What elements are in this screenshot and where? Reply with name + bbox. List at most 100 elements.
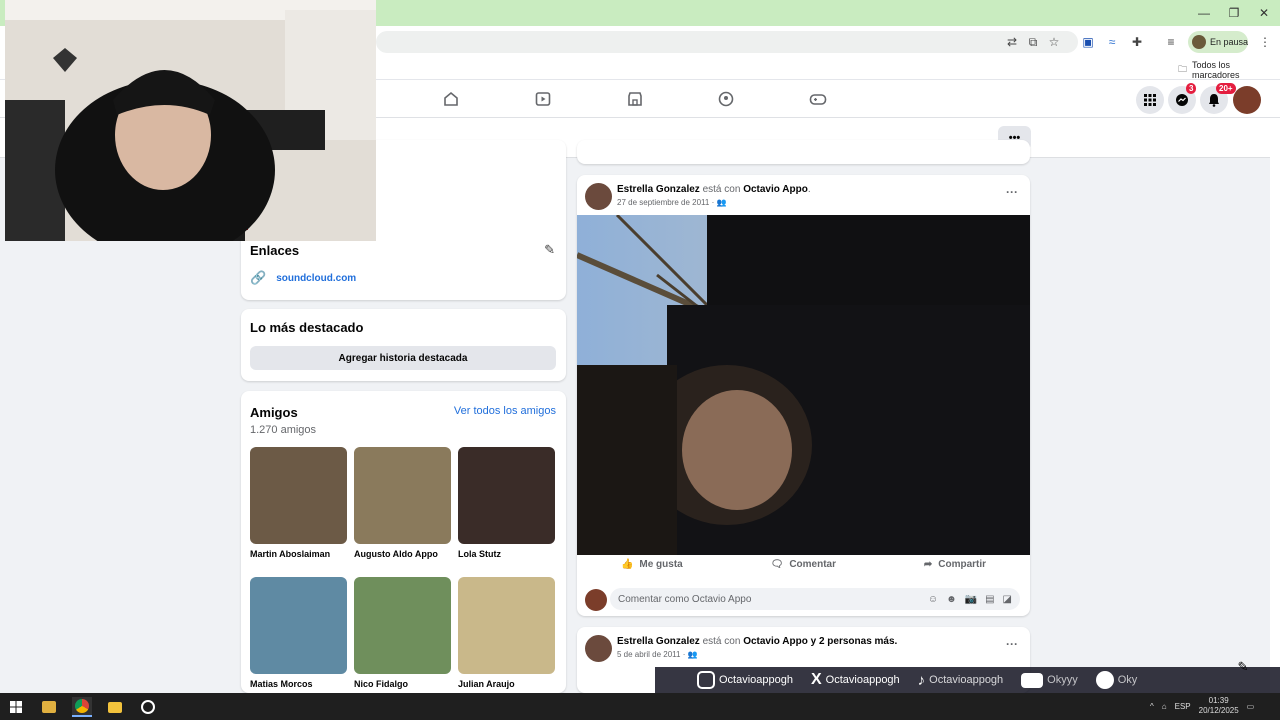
link-icon: 🔗 (250, 270, 267, 285)
soundcloud-link[interactable]: soundcloud.com (276, 273, 356, 284)
friend-photo[interactable] (250, 577, 347, 674)
comment-placeholder: Comentar como Octavio Appo (618, 593, 752, 605)
avatar-sticker-icon[interactable]: ☺ (928, 594, 938, 605)
stream-social-banner: Octavioappogh X Octavioappogh ♪ Octavioapp… (655, 667, 1280, 693)
new-message-icon[interactable]: ✎ (1233, 657, 1253, 677)
chrome-icon[interactable] (72, 697, 92, 717)
tiktok-label: Octavioappogh (929, 674, 1004, 686)
comment-button[interactable]: 🗨 Comentar (771, 559, 836, 570)
gaming-icon[interactable] (808, 89, 828, 109)
friend-name[interactable]: Lola Stutz (458, 549, 555, 559)
post-options-icon[interactable]: ··· (1006, 637, 1018, 651)
see-all-friends-link[interactable]: Ver todos los amigos (454, 405, 556, 417)
x-handle: X Octavioappogh (811, 671, 900, 689)
post-tagged[interactable]: Octavio Appo (743, 184, 808, 195)
address-bar[interactable] (376, 31, 1078, 53)
tiktok-handle: ♪ Octavioappogh (918, 672, 1004, 689)
emoji-icon[interactable]: ☻ (946, 594, 957, 605)
friend-tile[interactable]: Augusto Aldo Appo (354, 447, 451, 577)
friends-count: 1.270 amigos (250, 424, 317, 436)
youtube-icon (1021, 672, 1044, 688)
restore-icon[interactable]: ❐ (1218, 0, 1250, 26)
marketplace-icon[interactable] (625, 89, 645, 109)
sticker-icon[interactable]: ◪ (1003, 594, 1012, 605)
comment-input[interactable]: Comentar como Octavio Appo ☺ ☻ 📷 ▤ ◪ (610, 588, 1020, 610)
windows-start-icon[interactable] (6, 697, 26, 717)
share-button[interactable]: ➦ Compartir (924, 559, 986, 570)
previous-post-card (577, 140, 1030, 164)
friend-photo[interactable] (354, 447, 451, 544)
friend-photo[interactable] (458, 447, 555, 544)
gif-icon[interactable]: ▤ (985, 594, 994, 605)
all-bookmarks-button[interactable]: 🗀 Todos los marcadores (1178, 60, 1280, 80)
friend-photo[interactable] (458, 577, 555, 674)
system-tray: ^ ⌂ ESP 01:39 20/12/2025 ▭ (1150, 696, 1254, 716)
notification-center-icon[interactable]: ▭ (1247, 702, 1255, 711)
post-with-text: está con (702, 184, 741, 195)
thumbs-up-icon: 👍 (620, 559, 634, 570)
video-icon[interactable] (533, 89, 553, 109)
network-icon[interactable]: ⌂ (1162, 702, 1167, 711)
post-tagged[interactable]: Octavio Appo (743, 636, 808, 647)
author-avatar[interactable] (585, 183, 612, 210)
friend-tile[interactable]: Lola Stutz (458, 447, 555, 577)
post-actions: 👍 Me gusta 🗨 Comentar ➦ Compartir (577, 559, 1030, 570)
post-extra-tagged[interactable]: y 2 personas más. (811, 636, 898, 647)
friend-photo[interactable] (354, 577, 451, 674)
post-photo[interactable] (577, 215, 1030, 555)
friend-name[interactable]: Augusto Aldo Appo (354, 549, 451, 559)
clock[interactable]: 01:39 20/12/2025 (1199, 696, 1239, 716)
author-avatar[interactable] (585, 635, 612, 662)
friend-name[interactable]: Julian Araujo (458, 679, 555, 689)
x-label: Octavioappogh (825, 674, 900, 686)
friend-tile[interactable]: Matias Morcos (250, 577, 347, 707)
post-with-text: está con (702, 636, 741, 647)
edit-pencil-icon[interactable]: ✎ (544, 242, 555, 258)
media-control-icon[interactable]: ≡ (1162, 33, 1180, 51)
language-indicator[interactable]: ESP (1175, 702, 1191, 711)
minimize-icon[interactable]: — (1188, 0, 1220, 26)
post-date[interactable]: 27 de septiembre de 2011 · 👥 (617, 198, 726, 207)
extensions-puzzle-icon[interactable]: ✚ (1128, 33, 1146, 51)
post-author[interactable]: Estrella Gonzalez (617, 636, 700, 647)
groups-icon[interactable] (716, 89, 736, 109)
friends-card: Amigos 1.270 amigos Ver todos los amigos… (241, 391, 566, 693)
friend-name[interactable]: Matias Morcos (250, 679, 347, 689)
commenter-avatar (585, 589, 607, 611)
post-date-text: 5 de abril de 2011 (617, 650, 681, 659)
browser-profile-button[interactable]: En pausa (1188, 31, 1248, 53)
friend-photo[interactable] (250, 447, 347, 544)
avatar (1192, 35, 1206, 49)
menu-grid-icon[interactable] (1136, 86, 1164, 114)
extension-icon[interactable]: ▣ (1079, 33, 1097, 51)
clock-time: 01:39 (1208, 696, 1229, 705)
friend-tile[interactable]: Nico Fidalgo (354, 577, 451, 707)
friend-name[interactable]: Martin Aboslaiman (250, 549, 347, 559)
camera-icon[interactable]: 📷 (965, 594, 977, 605)
account-avatar[interactable] (1233, 86, 1261, 114)
close-icon[interactable]: ✕ (1248, 0, 1280, 26)
bookmark-star-icon[interactable]: ☆ (1045, 33, 1063, 51)
highlights-title: Lo más destacado (250, 320, 364, 335)
like-button[interactable]: 👍 Me gusta (621, 559, 683, 570)
file-explorer-icon[interactable] (105, 697, 125, 717)
translate-icon[interactable]: ⇄ (1003, 33, 1021, 51)
post-author[interactable]: Estrella Gonzalez (617, 184, 700, 195)
add-highlight-button[interactable]: Agregar historia destacada (250, 346, 556, 370)
tray-chevron-icon[interactable]: ^ (1150, 702, 1154, 711)
kebab-menu-icon[interactable]: ⋮ (1256, 33, 1274, 51)
media-player-icon[interactable] (39, 697, 59, 717)
install-app-icon[interactable]: ⧉ (1024, 33, 1042, 51)
post-options-icon[interactable]: ··· (1006, 185, 1018, 199)
post-date[interactable]: 5 de abril de 2011 · 👥 (617, 650, 698, 659)
extension-icon[interactable]: ≈ (1103, 33, 1121, 51)
all-bookmarks-label: Todos los marcadores (1192, 60, 1240, 80)
friend-name[interactable]: Nico Fidalgo (354, 679, 451, 689)
spotify-label: Oky (1117, 674, 1138, 686)
obs-icon[interactable] (138, 697, 158, 717)
friend-tile[interactable]: Julian Araujo (458, 577, 555, 707)
home-icon[interactable] (441, 89, 461, 109)
tiktok-icon: ♪ (917, 671, 926, 689)
friend-tile[interactable]: Martin Aboslaiman (250, 447, 347, 577)
instagram-icon (697, 671, 715, 689)
